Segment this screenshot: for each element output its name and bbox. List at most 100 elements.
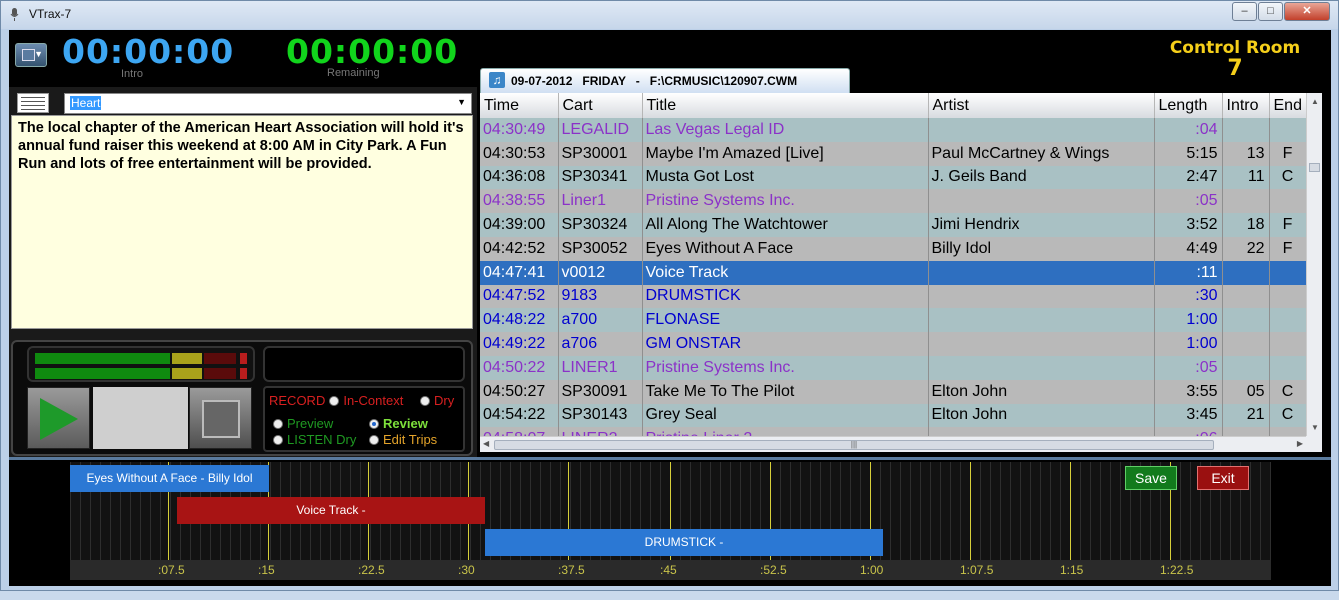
cell-title: DRUMSTICK xyxy=(642,284,929,309)
remaining-label: Remaining xyxy=(327,67,380,79)
review-radio[interactable] xyxy=(369,418,379,429)
cell-time: 04:58:07 xyxy=(480,427,559,436)
cell-time: 04:42:52 xyxy=(480,236,559,261)
playlist-row[interactable]: 04:30:49 LEGALID Las Vegas Legal ID:04 xyxy=(480,118,1306,142)
stop-button[interactable] xyxy=(189,387,252,449)
list-icon[interactable] xyxy=(17,93,49,113)
save-button[interactable]: Save xyxy=(1125,466,1177,490)
app-window: VTrax-7 ‒ □ ✕ ▼ 00:00:00 Intro 00:00:00 … xyxy=(0,0,1339,591)
column-header-length[interactable]: Length xyxy=(1154,93,1223,118)
listen-dry-label[interactable]: LISTEN Dry xyxy=(287,432,356,447)
edit-trips-label[interactable]: Edit Trips xyxy=(383,432,437,447)
dropdown-arrow-icon[interactable]: ▼ xyxy=(457,97,466,107)
cell-cart: v0012 xyxy=(558,260,643,285)
scroll-left-icon[interactable]: ◀ xyxy=(483,439,489,448)
timeline-tick-label: :15 xyxy=(258,563,275,577)
playlist-row[interactable]: 04:58:07LINER2Pristine Liner 2:06 xyxy=(480,427,1306,436)
cell-length: 3:52 xyxy=(1154,213,1223,237)
cell-time: 04:50:27 xyxy=(480,379,559,404)
edit-trips-radio[interactable] xyxy=(369,434,379,445)
cell-artist xyxy=(928,332,1155,356)
cell-intro xyxy=(1222,332,1270,356)
exit-button[interactable]: Exit xyxy=(1197,466,1249,490)
cell-length: 3:45 xyxy=(1154,403,1223,428)
play-button[interactable] xyxy=(27,387,90,449)
vertical-scrollbar[interactable]: ▲ ▼ xyxy=(1306,93,1322,436)
cell-length: :06 xyxy=(1154,427,1223,436)
status-display xyxy=(263,346,465,382)
scroll-down-icon[interactable]: ▼ xyxy=(1311,423,1319,432)
close-button[interactable]: ✕ xyxy=(1284,2,1330,21)
cell-end xyxy=(1269,332,1306,356)
cell-cart: LINER1 xyxy=(558,355,643,380)
in-context-label[interactable]: In-Context xyxy=(343,393,403,408)
menu-button[interactable]: ▼ xyxy=(15,43,47,67)
music-note-icon: ♫ xyxy=(489,72,505,88)
cell-intro xyxy=(1222,189,1270,214)
playlist-row[interactable]: 04:54:22 SP30143 Grey Seal Elton John 3:45 21… xyxy=(480,403,1306,428)
cell-length: 1:00 xyxy=(1154,308,1223,333)
playlist-row[interactable]: 04:48:22 a700 FLONASE 1:00 xyxy=(480,308,1306,333)
playlist-row[interactable]: 04:30:53 SP30001 Maybe I'm Amazed [Live] Pa… xyxy=(480,141,1306,166)
listen-dry-radio[interactable] xyxy=(273,434,283,445)
timeline-clip-drumstick[interactable]: DRUMSTICK - xyxy=(485,529,883,556)
column-header-title[interactable]: Title xyxy=(642,93,929,118)
cell-end: C xyxy=(1269,379,1306,404)
playlist-row[interactable]: 04:49:22 a706 GM ONSTAR 1:00 xyxy=(480,332,1306,356)
vertical-scroll-thumb[interactable] xyxy=(1309,163,1320,172)
maximize-button[interactable]: □ xyxy=(1258,2,1283,21)
playlist-row[interactable]: 04:39:00 SP30324 All Along The Watchtower J… xyxy=(480,213,1306,237)
playlist-grid: Time Cart Title Artist Length Intro End … xyxy=(480,93,1306,436)
scroll-up-icon[interactable]: ▲ xyxy=(1311,97,1319,106)
cell-cart: SP30052 xyxy=(558,236,643,261)
playlist-row[interactable]: 04:36:08 SP30341 Musta Got Lost J. Geils Ba… xyxy=(480,165,1306,190)
timeline-clip-voice-track[interactable]: Voice Track - xyxy=(177,497,485,524)
scroll-right-icon[interactable]: ▶ xyxy=(1297,439,1303,448)
column-header-time[interactable]: Time xyxy=(480,93,559,118)
dry-radio[interactable] xyxy=(420,395,430,406)
cell-length: :11 xyxy=(1154,260,1223,285)
column-header-cart[interactable]: Cart xyxy=(558,93,643,118)
timeline-tick-label: 1:15 xyxy=(1060,563,1084,577)
control-room-number: 7 xyxy=(1227,56,1243,81)
playlist-row[interactable]: 04:50:22 LINER1 Pristine Systems Inc.:05 xyxy=(480,355,1306,380)
stop-icon xyxy=(202,400,240,438)
dry-label[interactable]: Dry xyxy=(434,393,454,408)
cell-intro: 21 xyxy=(1222,403,1270,428)
horizontal-scroll-thumb[interactable]: ||| xyxy=(494,440,1214,450)
divider xyxy=(9,457,1331,460)
cell-length: 1:00 xyxy=(1154,332,1223,356)
playlist-tab[interactable]: ♫ 09-07-2012 FRIDAY - F:\CRMUSIC\120907.… xyxy=(480,68,850,93)
column-header-artist[interactable]: Artist xyxy=(928,93,1155,118)
notes-select[interactable]: Heart ▼ xyxy=(64,93,472,114)
cell-end xyxy=(1269,118,1306,142)
minimize-button[interactable]: ‒ xyxy=(1232,2,1257,21)
timeline-marker-line xyxy=(1070,462,1071,560)
cell-title: Grey Seal xyxy=(642,403,929,428)
vu-meter-right xyxy=(35,368,249,379)
intro-timer: 00:00:00 xyxy=(62,32,235,71)
playlist-row[interactable]: 04:47:52 9183 DRUMSTICK:30 xyxy=(480,284,1306,309)
notes-text[interactable]: The local chapter of the American Heart … xyxy=(11,115,473,329)
playlist-row[interactable]: 04:38:55 Liner1 Pristine Systems Inc.:05 xyxy=(480,189,1306,214)
cell-cart: LEGALID xyxy=(558,118,643,142)
in-context-radio[interactable] xyxy=(329,395,340,406)
cell-intro xyxy=(1222,427,1270,436)
playlist-row[interactable]: 04:42:52 SP30052 Eyes Without A Face Billy … xyxy=(480,236,1306,261)
playlist-row[interactable]: 04:47:41 v0012 Voice Track:11 xyxy=(480,260,1306,285)
timeline-clip-song[interactable]: Eyes Without A Face - Billy Idol xyxy=(70,465,269,492)
preview-label[interactable]: Preview xyxy=(287,416,333,431)
column-header-intro[interactable]: Intro xyxy=(1222,93,1270,118)
cell-cart: SP30143 xyxy=(558,403,643,428)
cell-artist: Elton John xyxy=(928,379,1155,404)
cell-intro xyxy=(1222,308,1270,333)
control-room-title: Control Room xyxy=(1169,38,1301,58)
column-header-end[interactable]: End xyxy=(1269,93,1306,118)
left-panel: Heart ▼ The local chapter of the America… xyxy=(9,87,477,457)
horizontal-scrollbar[interactable]: ◀ ||| ▶ xyxy=(480,436,1306,452)
cell-cart: SP30091 xyxy=(558,379,643,404)
review-label[interactable]: Review xyxy=(383,416,428,431)
playlist-row[interactable]: 04:50:27 SP30091 Take Me To The Pilot Elton… xyxy=(480,379,1306,404)
preview-radio[interactable] xyxy=(273,418,283,429)
cell-end xyxy=(1269,355,1306,380)
